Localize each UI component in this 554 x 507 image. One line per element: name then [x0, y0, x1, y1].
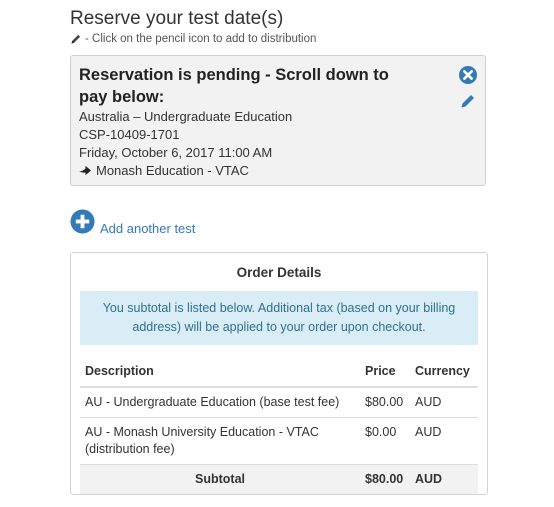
page-title: Reserve your test date(s) — [70, 8, 284, 29]
reservation-panel: Reservation is pending - Scroll down to … — [70, 55, 486, 186]
subtotal-label: Subtotal — [80, 464, 360, 494]
subtotal-row: Subtotal $80.00 AUD — [80, 464, 478, 494]
reservation-program: Australia – Undergraduate Education — [79, 109, 293, 124]
remove-circle-icon[interactable] — [459, 66, 477, 84]
subtotal-currency: AUD — [410, 464, 478, 494]
order-details-panel: Order Details You subtotal is listed bel… — [70, 252, 488, 495]
column-header-price: Price — [360, 356, 410, 388]
column-header-currency: Currency — [410, 356, 478, 388]
order-table-header: Description Price Currency — [80, 356, 478, 388]
plus-circle-icon — [70, 209, 95, 234]
add-another-test-label[interactable]: Add another test — [100, 222, 195, 236]
pencil-icon — [71, 34, 81, 44]
row-price: $80.00 — [360, 386, 410, 418]
distribution-label: Monash Education - VTAC — [96, 163, 249, 178]
edit-pencil-icon[interactable] — [460, 93, 476, 109]
pencil-hint-text: - Click on the pencil icon to add to dis… — [85, 33, 317, 45]
subtotal-price: $80.00 — [360, 464, 410, 494]
row-currency: AUD — [410, 417, 478, 465]
row-description: AU - Monash University Education - VTAC … — [80, 417, 360, 465]
order-table: Description Price Currency AU - Undergra… — [80, 356, 478, 494]
table-row: AU - Monash University Education - VTAC … — [80, 417, 478, 465]
table-row: AU - Undergraduate Education (base test … — [80, 386, 478, 418]
add-another-test-button[interactable]: Add another test — [70, 209, 195, 236]
pencil-hint: - Click on the pencil icon to add to dis… — [70, 33, 316, 45]
row-price: $0.00 — [360, 417, 410, 465]
row-currency: AUD — [410, 386, 478, 418]
reservation-distribution: Monash Education - VTAC — [79, 163, 249, 178]
row-description: AU - Undergraduate Education (base test … — [80, 386, 360, 418]
arrow-right-icon — [79, 165, 91, 176]
reservation-code: CSP-10409-1701 — [79, 127, 180, 142]
column-header-description: Description — [80, 356, 360, 388]
subtotal-info-alert: You subtotal is listed below. Additional… — [80, 291, 478, 345]
reservation-datetime: Friday, October 6, 2017 11:00 AM — [79, 145, 273, 160]
reservation-heading: Reservation is pending - Scroll down to … — [79, 66, 389, 106]
order-details-title: Order Details — [236, 265, 322, 280]
